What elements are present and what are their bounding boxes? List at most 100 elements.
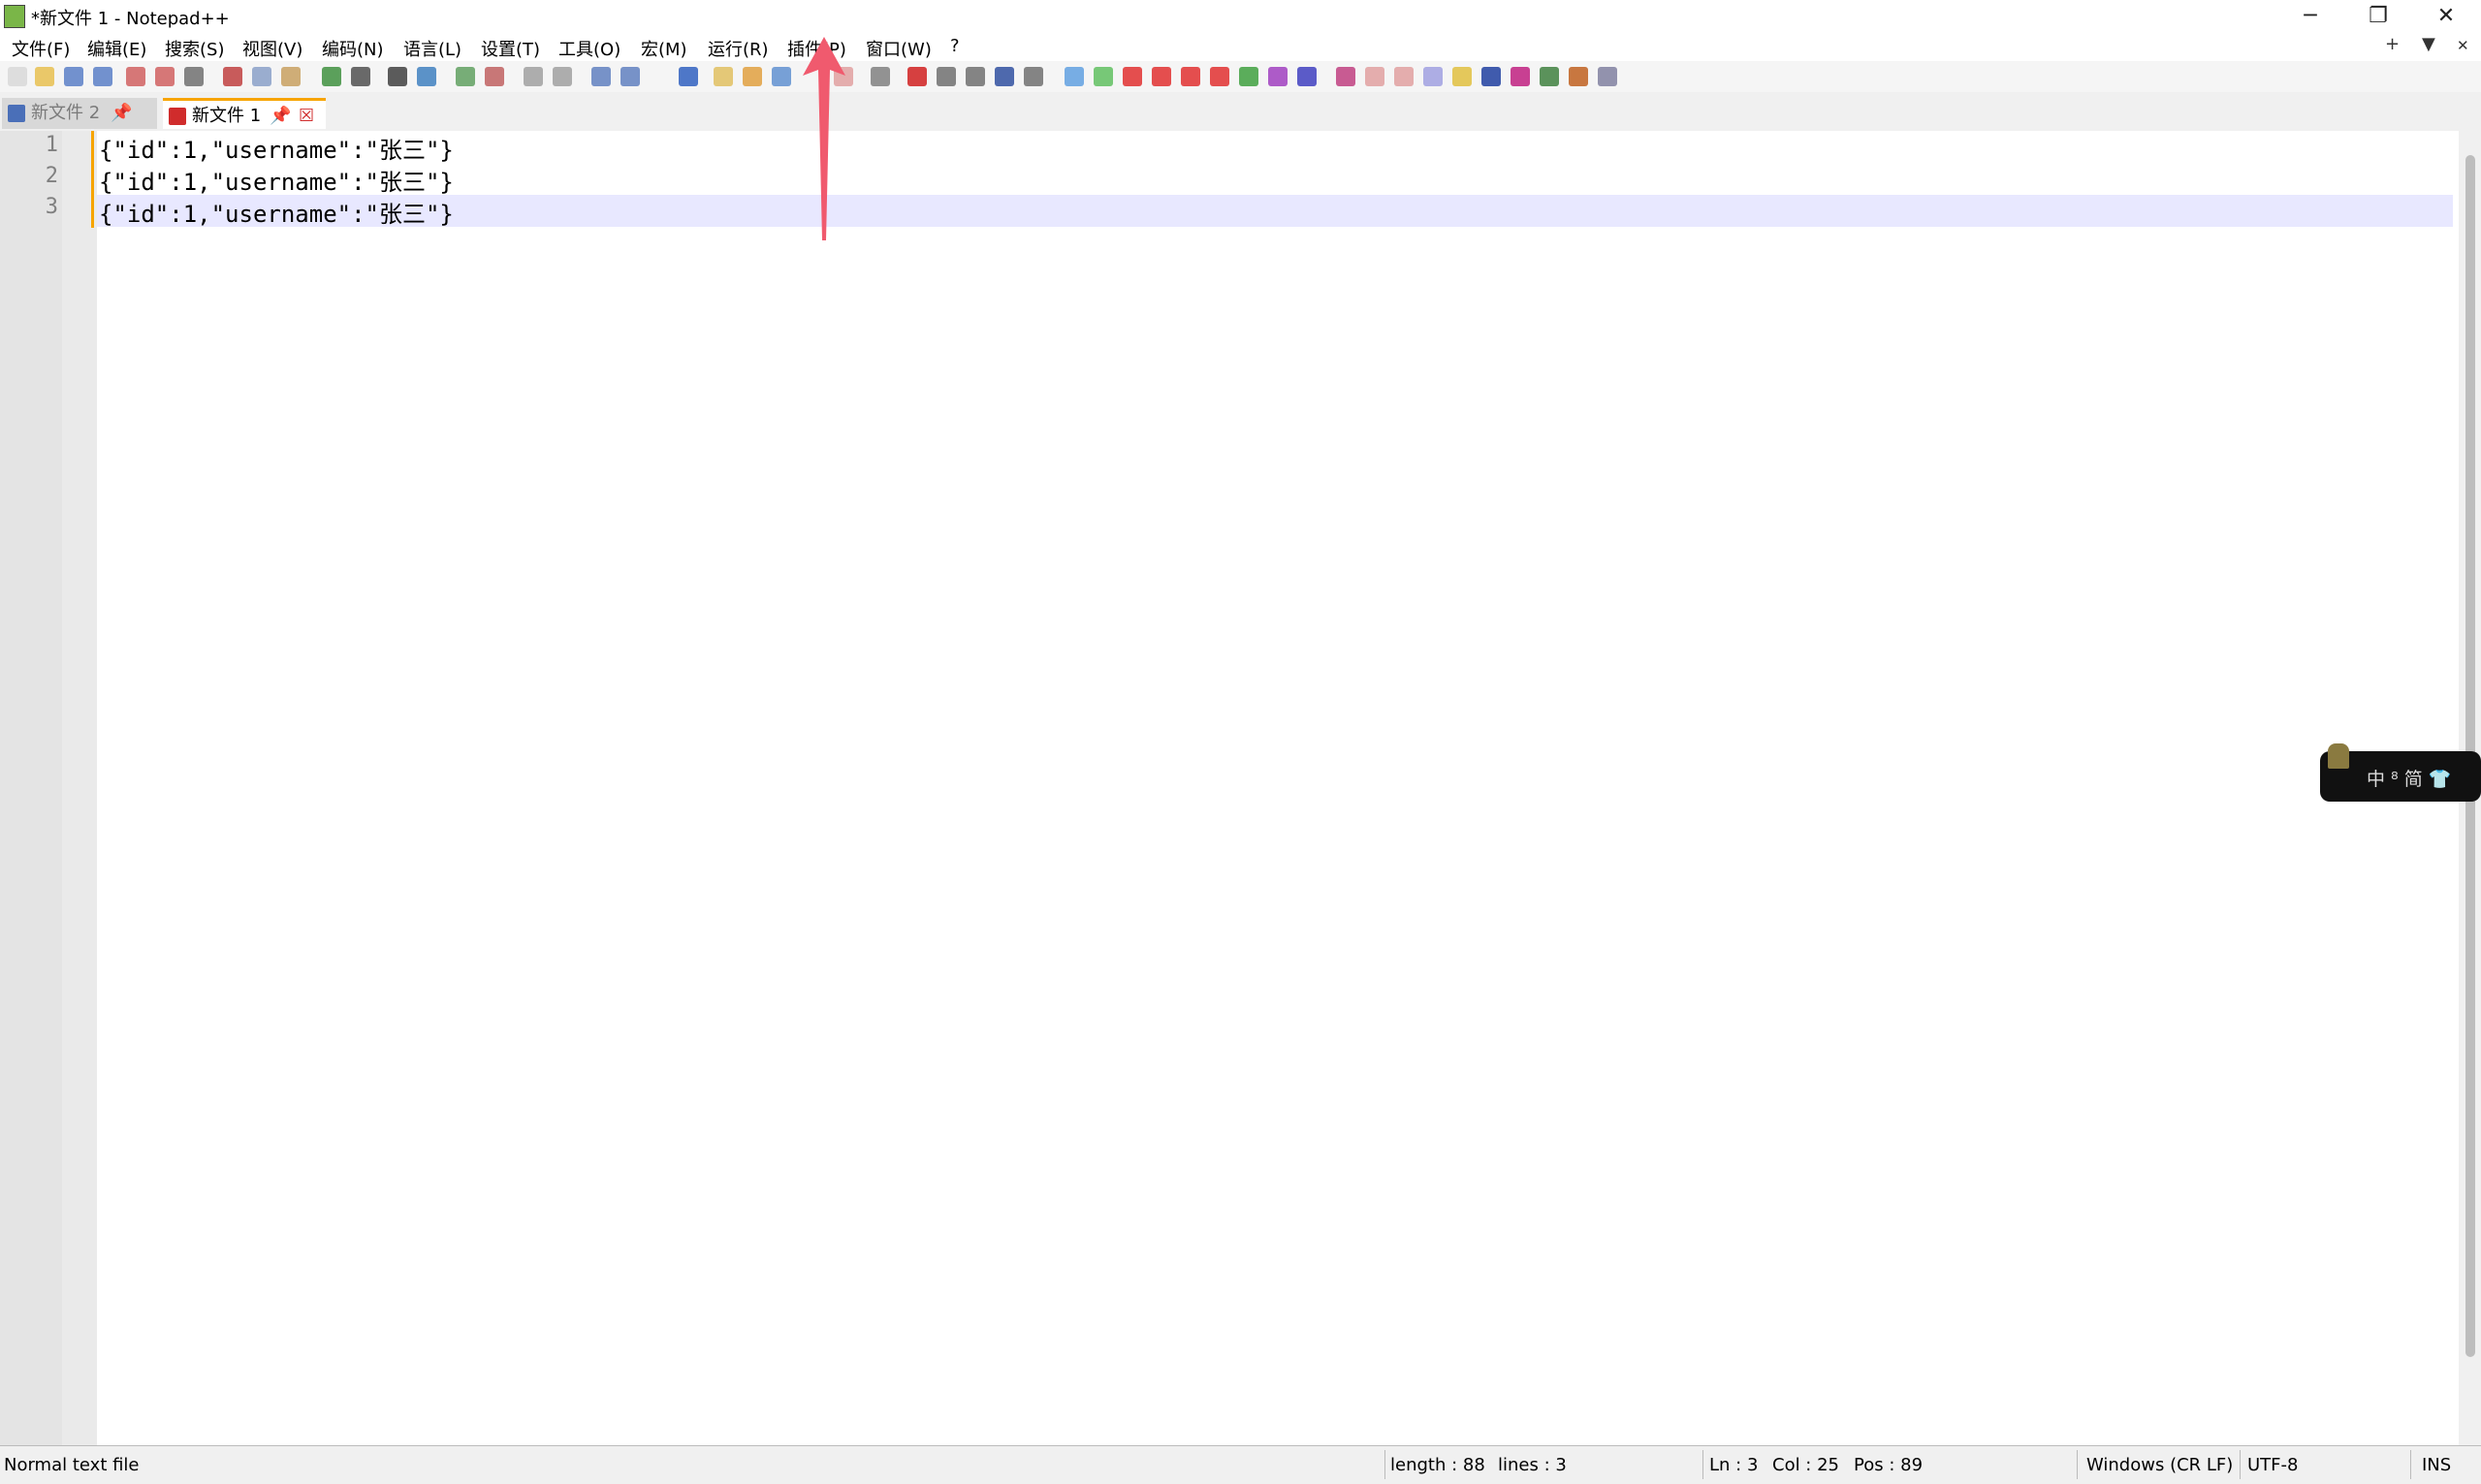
status-position: Pos : 89 — [1854, 1455, 1924, 1475]
stop-macro-icon[interactable] — [937, 67, 956, 86]
divider — [1702, 1450, 1703, 1479]
annotation-arrow — [803, 37, 845, 240]
tab-bar: 新文件 2 📌 新文件 1 📌 ☒ — [0, 92, 2481, 132]
tab-close-icon[interactable]: ☒ — [299, 101, 314, 132]
menu-bar: 文件(F) 编辑(E) 搜索(S) 视图(V) 编码(N) 语言(L) 设置(T… — [0, 32, 2481, 61]
plugin-tool-icon-12[interactable] — [1394, 67, 1414, 86]
menu-help[interactable]: ? — [950, 36, 960, 56]
status-length: length : 88 — [1390, 1455, 1485, 1475]
line-number: 2 — [45, 164, 58, 188]
menu-edit[interactable]: 编辑(E) — [87, 36, 146, 61]
plugin-tool-icon-11[interactable] — [1365, 67, 1384, 86]
close-doc-icon[interactable]: ✕ — [2457, 37, 2469, 54]
save-macro-icon[interactable] — [1024, 67, 1043, 86]
show-all-chars-icon[interactable] — [620, 67, 640, 86]
plugin-tool-icon-4[interactable] — [1152, 67, 1171, 86]
new-file-icon[interactable] — [8, 67, 27, 86]
plugin-tool-icon-15[interactable] — [1481, 67, 1501, 86]
function-list-icon[interactable] — [772, 67, 791, 86]
ime-toolbar[interactable]: 中 ⁸ 简 👕 — [2320, 743, 2481, 802]
status-bar: Normal text file length : 88 lines : 3 L… — [0, 1445, 2481, 1484]
saved-file-icon — [8, 105, 25, 122]
menu-language[interactable]: 语言(L) — [403, 36, 461, 61]
save-all-icon[interactable] — [93, 67, 112, 86]
play-macro-icon[interactable] — [966, 67, 985, 86]
copy-icon[interactable] — [252, 67, 271, 86]
menu-encoding[interactable]: 编码(N) — [322, 36, 384, 61]
editor[interactable]: 1 2 3 {"id":1,"username":"张三"} {"id":1,"… — [0, 131, 2481, 1445]
toolbar — [0, 61, 2481, 92]
udl-icon[interactable] — [714, 67, 733, 86]
line-number: 1 — [45, 133, 58, 157]
restore-button[interactable]: ❐ — [2344, 2, 2412, 31]
replace-icon[interactable] — [417, 67, 436, 86]
new-tab-icon[interactable]: + — [2385, 34, 2400, 54]
window-title: *新文件 1 - Notepad++ — [31, 9, 230, 29]
ime-label[interactable]: 中 ⁸ 简 👕 — [2367, 765, 2451, 791]
plugin-tool-icon-6[interactable] — [1210, 67, 1229, 86]
pin-icon[interactable]: 📌 — [270, 101, 291, 132]
close-all-icon[interactable] — [155, 67, 175, 86]
word-wrap-icon[interactable] — [591, 67, 611, 86]
plugin-tool-icon-19[interactable] — [1598, 67, 1617, 86]
menu-window[interactable]: 窗口(W) — [866, 36, 932, 61]
tab-list-icon[interactable]: ▼ — [2422, 34, 2435, 54]
menu-view[interactable]: 视图(V) — [242, 36, 302, 61]
open-file-icon[interactable] — [35, 67, 54, 86]
plugin-tool-icon-10[interactable] — [1336, 67, 1355, 86]
zoom-in-icon[interactable] — [456, 67, 475, 86]
redo-icon[interactable] — [351, 67, 370, 86]
doc-map-icon[interactable] — [743, 67, 762, 86]
status-insert-mode[interactable]: INS — [2422, 1455, 2451, 1475]
plugin-tool-icon-18[interactable] — [1569, 67, 1588, 86]
plugin-tool-icon-17[interactable] — [1540, 67, 1559, 86]
menu-tools[interactable]: 工具(O) — [558, 36, 620, 61]
tab-label: 新文件 2 — [31, 103, 101, 123]
plugin-tool-icon-3[interactable] — [1123, 67, 1142, 86]
plugin-tool-icon-2[interactable] — [1094, 67, 1113, 86]
sync-v-icon[interactable] — [524, 67, 543, 86]
minimize-button[interactable]: ─ — [2276, 2, 2344, 31]
record-macro-icon[interactable] — [907, 67, 927, 86]
cut-icon[interactable] — [223, 67, 242, 86]
paste-icon[interactable] — [281, 67, 301, 86]
pin-icon[interactable]: 📌 — [111, 98, 132, 129]
menu-search[interactable]: 搜索(S) — [165, 36, 224, 61]
tab-new-file-1[interactable]: 新文件 1 📌 ☒ — [163, 98, 326, 129]
plugin-tool-icon-7[interactable] — [1239, 67, 1258, 86]
status-lines: lines : 3 — [1498, 1455, 1567, 1475]
tab-new-file-2[interactable]: 新文件 2 📌 — [2, 98, 157, 129]
change-history-bar — [91, 131, 94, 228]
close-file-icon[interactable] — [126, 67, 145, 86]
plugin-tool-icon-8[interactable] — [1268, 67, 1288, 86]
plugin-tool-icon-16[interactable] — [1511, 67, 1530, 86]
menu-run[interactable]: 运行(R) — [708, 36, 769, 61]
print-icon[interactable] — [184, 67, 204, 86]
plugin-tool-icon-9[interactable] — [1297, 67, 1317, 86]
code-line: {"id":1,"username":"张三"} — [99, 137, 454, 164]
run-macro-multi-icon[interactable] — [995, 67, 1014, 86]
menu-file[interactable]: 文件(F) — [12, 36, 70, 61]
code-line: {"id":1,"username":"张三"} — [99, 169, 454, 196]
status-encoding[interactable]: UTF-8 — [2247, 1455, 2298, 1475]
find-icon[interactable] — [388, 67, 407, 86]
menu-macro[interactable]: 宏(M) — [641, 36, 687, 61]
ime-lamp-icon — [2328, 743, 2349, 769]
tab-label: 新文件 1 — [192, 106, 262, 126]
zoom-out-icon[interactable] — [485, 67, 504, 86]
plugin-tool-icon-1[interactable] — [1065, 67, 1084, 86]
sync-h-icon[interactable] — [553, 67, 572, 86]
save-icon[interactable] — [64, 67, 83, 86]
code-line: {"id":1,"username":"张三"} — [99, 201, 454, 228]
plugin-tool-icon-13[interactable] — [1423, 67, 1443, 86]
plugin-tool-icon-5[interactable] — [1181, 67, 1200, 86]
plugin-tool-icon-14[interactable] — [1452, 67, 1472, 86]
unsaved-file-icon — [169, 108, 186, 125]
indent-guide-icon[interactable] — [679, 67, 698, 86]
status-eol[interactable]: Windows (CR LF) — [2086, 1455, 2233, 1475]
undo-icon[interactable] — [322, 67, 341, 86]
menu-settings[interactable]: 设置(T) — [481, 36, 540, 61]
monitoring-icon[interactable] — [871, 67, 890, 86]
status-column: Col : 25 — [1772, 1455, 1839, 1475]
close-button[interactable]: ✕ — [2412, 2, 2480, 31]
